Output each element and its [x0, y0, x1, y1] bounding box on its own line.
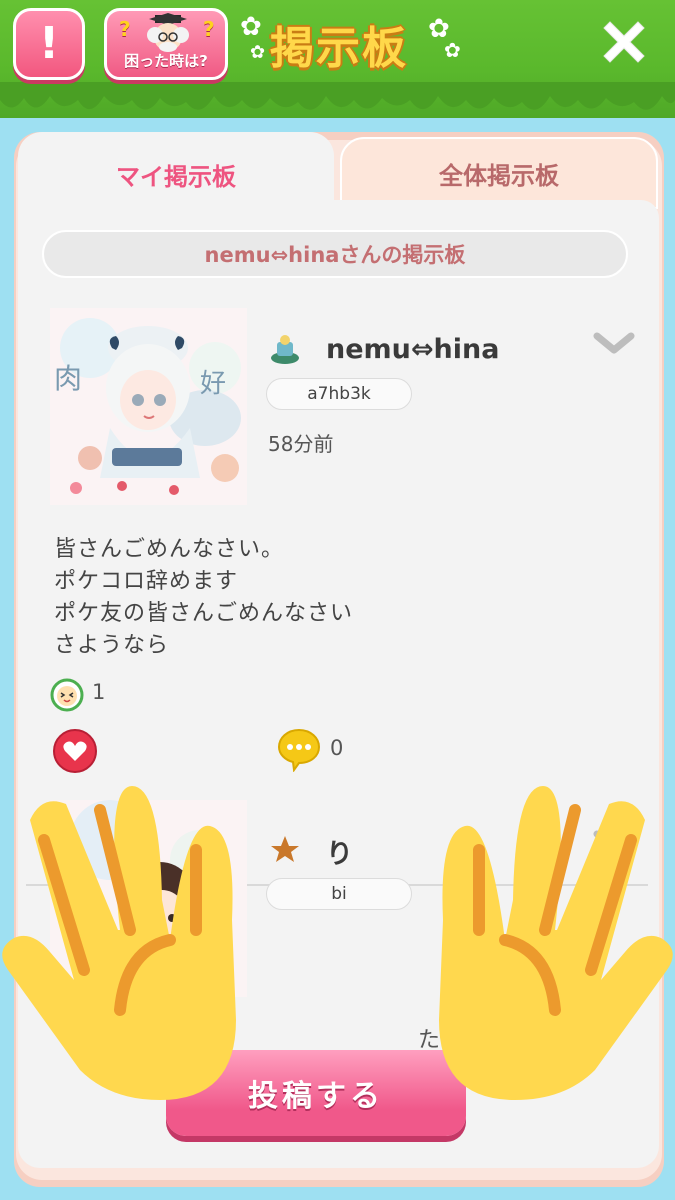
reaction-face-icon[interactable] — [50, 678, 84, 712]
comment-icon[interactable] — [276, 726, 322, 772]
raised-hands-icon — [2, 786, 673, 1100]
header-bar: ! ? ? 困った時は? ✿ ✿ 掲示板 ✿ ✿ — [0, 0, 675, 118]
heart-icon[interactable] — [52, 728, 98, 774]
post-line: ポケ友の皆さんごめんなさい — [54, 601, 354, 626]
exclamation-icon: ! — [38, 18, 60, 69]
avatar[interactable]: 肉 好 — [50, 308, 247, 505]
tab-my-board[interactable]: マイ掲示板 — [18, 132, 334, 216]
user-name[interactable]: nemu⇔hina — [326, 334, 499, 365]
question-mark-icon: ? — [119, 17, 131, 41]
reaction-count: 1 — [92, 680, 106, 704]
post-line: 皆さんごめんなさい。 — [54, 537, 285, 562]
post-item: 肉 好 nemu⇔hina a7hb3k 58分前 皆さんごめんなさい。 ポケコ… — [18, 300, 659, 886]
svg-text:肉: 肉 — [54, 362, 82, 395]
grass-decoration — [0, 82, 675, 110]
help-button[interactable]: ? ? 困った時は? — [104, 8, 228, 80]
post-body: 皆さんごめんなさい。 ポケコロ辞めます ポケ友の皆さんごめんなさい さようなら — [54, 534, 353, 662]
help-label: 困った時は? — [124, 52, 208, 70]
board-title: nemu⇔hinaさんの掲示板 — [42, 230, 628, 278]
post-time: 58分前 — [268, 432, 334, 456]
user-id-badge: a7hb3k — [266, 378, 412, 410]
tab-all-board[interactable]: 全体掲示板 — [340, 137, 658, 209]
close-icon[interactable] — [600, 18, 648, 66]
post-line: さようなら — [54, 633, 170, 658]
flower-icon: ✿ — [250, 42, 266, 63]
post-line: ポケコロ辞めます — [54, 569, 239, 594]
chevron-down-icon[interactable] — [593, 330, 635, 356]
page-title: 掲示板 — [270, 23, 408, 74]
flower-icon: ✿ — [444, 38, 461, 62]
alert-button[interactable]: ! — [13, 8, 85, 80]
comment-count: 0 — [330, 736, 344, 760]
svg-text:好: 好 — [200, 369, 226, 399]
professor-icon — [147, 13, 189, 52]
flower-icon: ✿ — [240, 12, 262, 42]
question-mark-icon: ? — [203, 17, 215, 41]
user-badge-icon — [271, 335, 299, 364]
